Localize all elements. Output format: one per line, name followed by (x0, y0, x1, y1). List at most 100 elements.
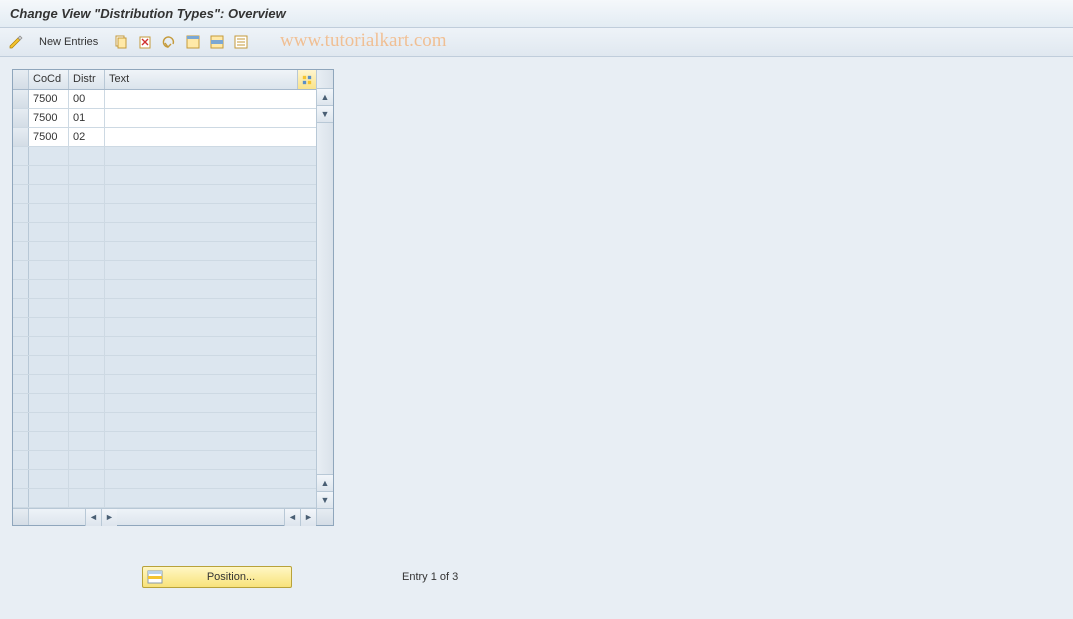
scroll-left-icon[interactable]: ◄ (284, 509, 300, 526)
cell-text[interactable] (105, 128, 316, 146)
cell-distr[interactable] (69, 280, 105, 298)
table-row[interactable] (13, 280, 316, 299)
table-row[interactable] (13, 166, 316, 185)
cell-cocd[interactable] (29, 223, 69, 241)
column-header-text[interactable]: Text (105, 70, 298, 89)
cell-cocd[interactable]: 7500 (29, 109, 69, 127)
horizontal-scrollbar[interactable]: ◄ ► ◄ ► (13, 508, 333, 525)
table-row[interactable] (13, 242, 316, 261)
cell-distr[interactable] (69, 394, 105, 412)
cell-distr[interactable] (69, 337, 105, 355)
cell-distr[interactable] (69, 223, 105, 241)
scroll-down-icon[interactable]: ▼ (317, 106, 333, 123)
cell-cocd[interactable] (29, 470, 69, 488)
table-row[interactable] (13, 413, 316, 432)
table-row[interactable] (13, 375, 316, 394)
table-row[interactable] (13, 147, 316, 166)
cell-cocd[interactable] (29, 318, 69, 336)
cell-distr[interactable] (69, 432, 105, 450)
cell-text[interactable] (105, 223, 316, 241)
scroll-left-icon[interactable]: ◄ (85, 509, 101, 526)
delete-icon[interactable] (135, 32, 155, 52)
cell-distr[interactable] (69, 413, 105, 431)
row-selector[interactable] (13, 489, 29, 507)
cell-text[interactable] (105, 375, 316, 393)
cell-text[interactable] (105, 432, 316, 450)
row-selector[interactable] (13, 90, 29, 108)
row-selector[interactable] (13, 337, 29, 355)
table-row[interactable] (13, 185, 316, 204)
table-row[interactable] (13, 394, 316, 413)
cell-distr[interactable] (69, 375, 105, 393)
table-row[interactable] (13, 261, 316, 280)
cell-cocd[interactable] (29, 242, 69, 260)
row-selector[interactable] (13, 109, 29, 127)
copy-as-icon[interactable] (111, 32, 131, 52)
table-row[interactable] (13, 432, 316, 451)
cell-distr[interactable]: 02 (69, 128, 105, 146)
column-header-distr[interactable]: Distr (69, 70, 105, 89)
row-selector[interactable] (13, 318, 29, 336)
table-row[interactable]: 750000 (13, 90, 316, 109)
cell-text[interactable] (105, 489, 316, 507)
cell-text[interactable] (105, 356, 316, 374)
scroll-right-icon[interactable]: ► (101, 509, 117, 526)
table-row[interactable] (13, 451, 316, 470)
cell-cocd[interactable] (29, 451, 69, 469)
row-selector[interactable] (13, 280, 29, 298)
cell-cocd[interactable] (29, 280, 69, 298)
cell-cocd[interactable] (29, 147, 69, 165)
table-row[interactable] (13, 356, 316, 375)
row-selector[interactable] (13, 432, 29, 450)
row-selector[interactable] (13, 356, 29, 374)
cell-text[interactable] (105, 299, 316, 317)
cell-cocd[interactable] (29, 299, 69, 317)
scroll-up-icon[interactable]: ▲ (317, 89, 333, 106)
cell-cocd[interactable]: 7500 (29, 128, 69, 146)
row-selector[interactable] (13, 128, 29, 146)
row-selector[interactable] (13, 166, 29, 184)
row-selector[interactable] (13, 470, 29, 488)
cell-text[interactable] (105, 451, 316, 469)
cell-distr[interactable] (69, 166, 105, 184)
new-entries-button[interactable]: New Entries (30, 32, 107, 52)
table-settings-icon[interactable] (298, 70, 316, 89)
cell-distr[interactable] (69, 147, 105, 165)
cell-distr[interactable] (69, 299, 105, 317)
cell-cocd[interactable] (29, 204, 69, 222)
scroll-up-icon[interactable]: ▲ (317, 474, 333, 491)
table-row[interactable] (13, 299, 316, 318)
cell-text[interactable] (105, 280, 316, 298)
undo-change-icon[interactable] (159, 32, 179, 52)
cell-cocd[interactable] (29, 413, 69, 431)
cell-distr[interactable] (69, 470, 105, 488)
cell-distr[interactable] (69, 242, 105, 260)
table-row[interactable]: 750001 (13, 109, 316, 128)
row-selector[interactable] (13, 185, 29, 203)
row-selector-header[interactable] (13, 70, 29, 89)
row-selector[interactable] (13, 204, 29, 222)
cell-distr[interactable] (69, 204, 105, 222)
cell-text[interactable] (105, 147, 316, 165)
row-selector[interactable] (13, 299, 29, 317)
column-header-cocd[interactable]: CoCd (29, 70, 69, 89)
cell-cocd[interactable] (29, 337, 69, 355)
row-selector[interactable] (13, 413, 29, 431)
cell-cocd[interactable] (29, 261, 69, 279)
cell-text[interactable] (105, 261, 316, 279)
table-row[interactable] (13, 489, 316, 508)
table-row[interactable]: 750002 (13, 128, 316, 147)
row-selector[interactable] (13, 147, 29, 165)
cell-cocd[interactable] (29, 185, 69, 203)
cell-text[interactable] (105, 242, 316, 260)
table-row[interactable] (13, 470, 316, 489)
cell-distr[interactable] (69, 451, 105, 469)
cell-distr[interactable] (69, 261, 105, 279)
cell-cocd[interactable] (29, 166, 69, 184)
select-all-icon[interactable] (183, 32, 203, 52)
scroll-track[interactable] (317, 123, 333, 474)
scroll-right-icon[interactable]: ► (300, 509, 316, 526)
cell-text[interactable] (105, 185, 316, 203)
cell-cocd[interactable] (29, 394, 69, 412)
table-row[interactable] (13, 204, 316, 223)
